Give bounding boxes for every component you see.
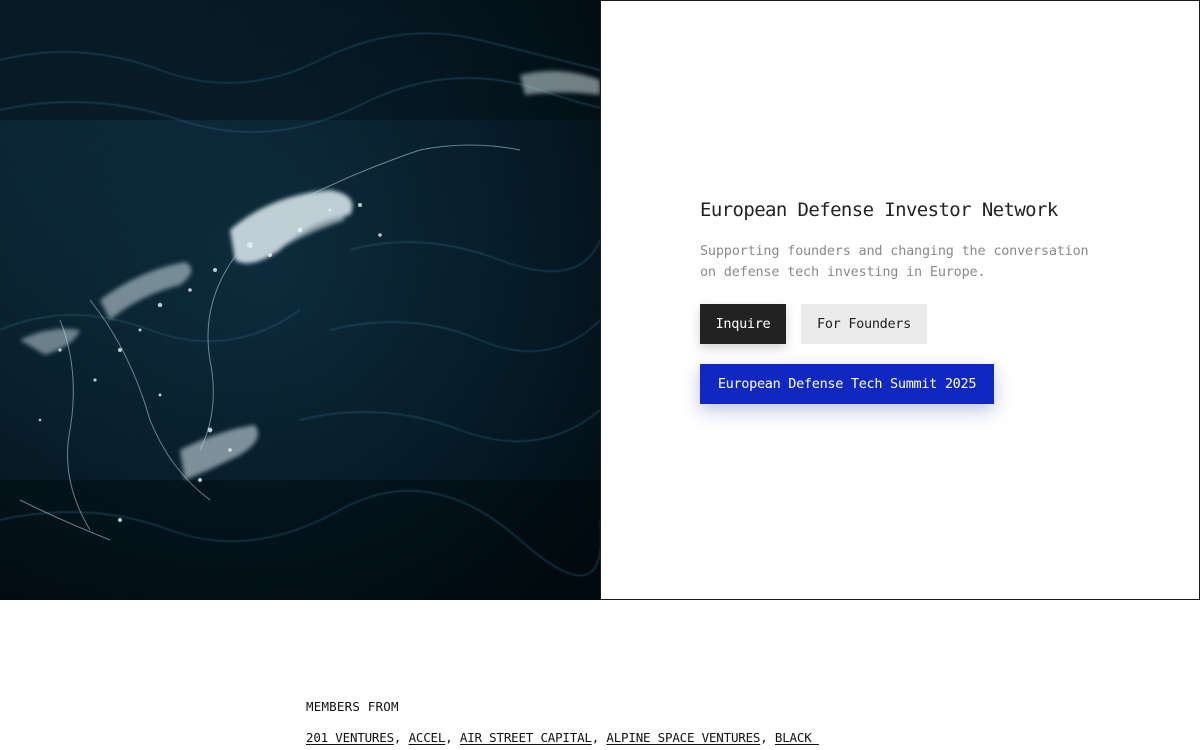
members-list: 201 VENTURES, ACCEL, AIR STREET CAPITAL,… (306, 730, 906, 746)
member-separator: , (591, 730, 607, 745)
hero-section: European Defense Investor Network Suppor… (0, 0, 1200, 600)
hero-subtitle: Supporting founders and changing the con… (700, 243, 1089, 280)
summit-button[interactable]: European Defense Tech Summit 2025 (700, 364, 994, 404)
member-separator: , (760, 730, 775, 745)
hero-panel: European Defense Investor Network Suppor… (600, 0, 1200, 600)
member-link-black[interactable]: BLACK (775, 730, 819, 745)
hero-content: European Defense Investor Network Suppor… (700, 198, 1120, 404)
members-heading: MEMBERS FROM (306, 699, 399, 714)
member-link-alpine-space-ventures[interactable]: ALPINE SPACE VENTURES (606, 730, 760, 745)
cta-button-row: Inquire For Founders (700, 304, 1120, 344)
member-link-accel[interactable]: ACCEL (409, 730, 446, 745)
member-separator: , (445, 730, 460, 745)
for-founders-button[interactable]: For Founders (801, 304, 927, 344)
member-separator: , (393, 730, 409, 745)
page-title: European Defense Investor Network (700, 199, 1058, 221)
member-link-201-ventures[interactable]: 201 VENTURES (306, 730, 394, 745)
inquire-button[interactable]: Inquire (700, 304, 786, 344)
ocean-waves-image (0, 0, 600, 600)
member-link-air-street-capital[interactable]: AIR STREET CAPITAL (460, 730, 592, 745)
members-section: MEMBERS FROM 201 VENTURES, ACCEL, AIR ST… (306, 699, 906, 746)
